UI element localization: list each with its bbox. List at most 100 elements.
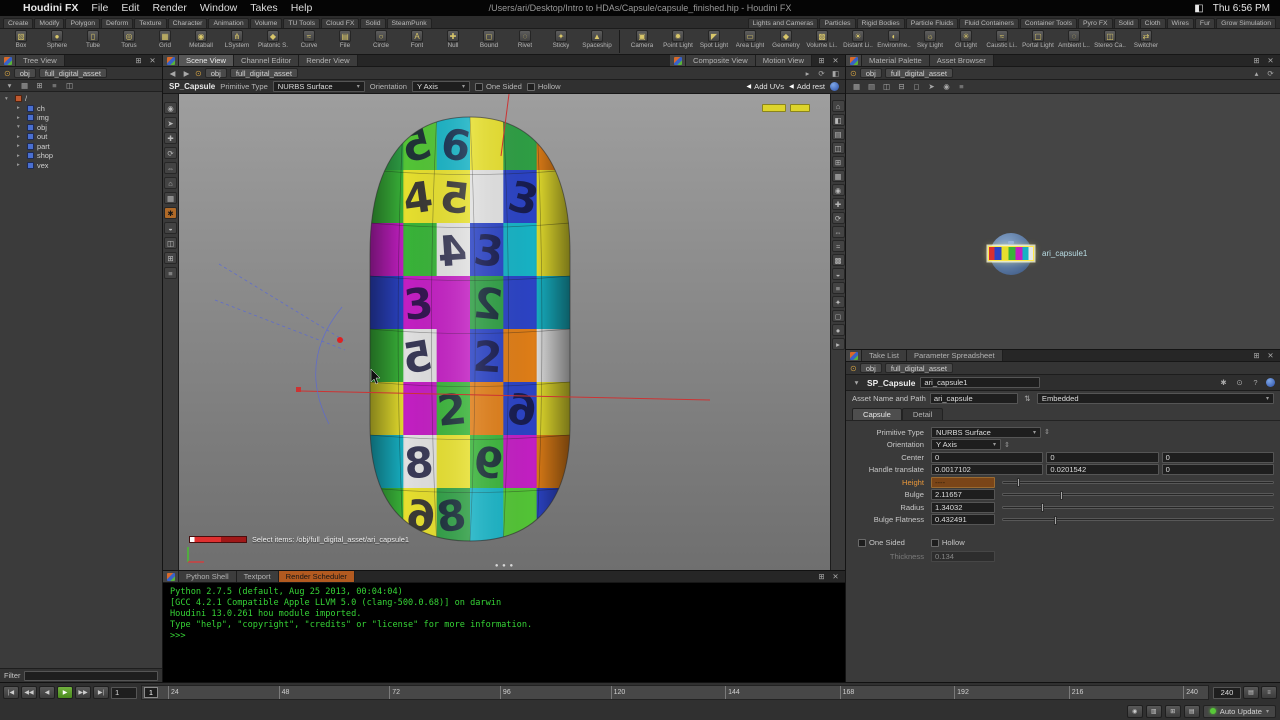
shelf-tool[interactable]: ☼ Sky Light	[912, 30, 948, 49]
shelf-tab[interactable]: Polygon	[65, 18, 100, 28]
node-input-connector[interactable]	[1008, 241, 1014, 244]
console-tab[interactable]: Render Scheduler	[278, 571, 355, 582]
viewport-display-icon[interactable]: ⌂	[831, 100, 845, 112]
bulge-flatness-slider[interactable]	[1002, 515, 1274, 525]
height-slider[interactable]	[1002, 478, 1274, 488]
transport-button[interactable]: ▶	[57, 686, 73, 700]
disclosure-icon[interactable]: ▸	[17, 134, 24, 140]
viewport-display-icon[interactable]: ◒	[831, 268, 845, 280]
shelf-tool[interactable]: ● Sphere	[39, 30, 75, 49]
shelf-tool[interactable]: ◤ Spot Light	[696, 30, 732, 49]
handle-translate-z-field[interactable]: 0	[1161, 464, 1274, 476]
menubar-clock[interactable]: Thu 6:56 PM	[1213, 3, 1270, 14]
bulge-field[interactable]: 2.11657	[931, 489, 995, 501]
pane-tab[interactable]: Material Palette	[862, 55, 930, 66]
shelf-tool[interactable]: ◎ Torus	[111, 30, 147, 49]
tree-item[interactable]: ▸ shop	[0, 151, 162, 161]
viewport-tool-icon[interactable]: ➤	[164, 117, 177, 129]
pane-close-icon[interactable]: ✕	[830, 55, 841, 66]
sync-icon[interactable]: ⇅	[1022, 393, 1033, 404]
shelf-tool[interactable]: ◉ Metaball	[183, 30, 219, 49]
shelf-tool[interactable]: ▭ Area Light	[732, 30, 768, 49]
path-current-chip[interactable]: full_digital_asset	[884, 363, 953, 373]
shelf-tool[interactable]: ⇄ Switcher	[1128, 30, 1164, 49]
path-current-chip[interactable]: full_digital_asset	[229, 68, 298, 78]
shelf-tool[interactable]: ▩ Volume Li..	[804, 30, 840, 49]
pane-split-icon[interactable]: ⊞	[133, 55, 144, 66]
transport-button[interactable]: ◀	[39, 686, 55, 700]
shelf-tool[interactable]: ▯ Tube	[75, 30, 111, 49]
viewport-display-icon[interactable]: ▤	[831, 128, 845, 140]
hollow-checkbox[interactable]	[526, 82, 535, 91]
pane-split-icon[interactable]: ⊞	[1251, 350, 1262, 361]
shelf-tab[interactable]: Grow Simulation	[1216, 18, 1276, 28]
pin-icon[interactable]: ⊙	[1234, 377, 1245, 388]
filter-input[interactable]	[24, 670, 158, 681]
asset-mode-select[interactable]: Embedded ▾	[1036, 393, 1274, 404]
dopnet-cache-icon[interactable]: ▥	[1145, 704, 1162, 718]
realtime-toggle-icon[interactable]: ◉	[1126, 704, 1143, 718]
viewport-tool-icon[interactable]: ⊞	[164, 252, 177, 264]
tab-tree-view[interactable]: Tree View	[16, 55, 65, 66]
primitive-type-select[interactable]: NURBS Surface ▾	[272, 81, 365, 92]
tree-item[interactable]: ▸ vex	[0, 161, 162, 171]
tab-detail[interactable]: Detail	[901, 408, 944, 420]
node-name-field[interactable]: ari_capsule1	[920, 377, 1041, 388]
transport-button[interactable]: ▶|	[93, 686, 109, 700]
one-sided-checkbox[interactable]	[474, 82, 483, 91]
viewport-tool-icon[interactable]: ◫	[164, 237, 177, 249]
one-sided-checkbox[interactable]	[858, 538, 866, 547]
add-rest-button[interactable]: ◀ Add rest	[789, 82, 825, 91]
snapshot-icon[interactable]: ◧	[830, 68, 841, 79]
viewport-display-icon[interactable]: ≈	[831, 240, 845, 252]
tree-item[interactable]: ▸ ch	[0, 104, 162, 114]
playbar-menu-icon[interactable]: ≡	[1261, 686, 1277, 700]
shelf-tool[interactable]: ✳ GI Light	[948, 30, 984, 49]
pane-close-icon[interactable]: ✕	[1265, 55, 1276, 66]
hollow-checkbox[interactable]	[930, 538, 939, 547]
asset-name-field[interactable]: ari_capsule	[929, 393, 1018, 404]
path-root-chip[interactable]: obj	[859, 68, 882, 78]
bulge-slider[interactable]	[1002, 490, 1274, 500]
disclosure-icon[interactable]: ▸	[17, 115, 24, 121]
collapse-icon[interactable]: ▾	[851, 377, 862, 388]
shelf-tool[interactable]: ◆ Platonic S.	[255, 30, 291, 49]
pane-tab[interactable]: Parameter Spreadsheet	[906, 350, 1003, 361]
nav-back-icon[interactable]: ◀	[167, 68, 178, 79]
shelf-tab[interactable]: Animation	[208, 18, 249, 28]
network-tool-icon[interactable]: ◉	[941, 81, 952, 92]
shelf-tab[interactable]: TU Tools	[283, 18, 321, 28]
shelf-tab[interactable]: Deform	[101, 18, 134, 28]
path-root-chip[interactable]: obj	[204, 68, 227, 78]
shelf-tool[interactable]: ≈ Curve	[291, 30, 327, 49]
orientation-select[interactable]: Y Axis ▾	[931, 439, 1001, 451]
tree-item[interactable]: ▾ /	[0, 94, 162, 104]
shelf-tab[interactable]: Fur	[1194, 18, 1216, 28]
primitive-type-select[interactable]: NURBS Surface ▾	[931, 426, 1041, 438]
viewport-tool-icon[interactable]: ◉	[164, 102, 177, 114]
menu-render[interactable]: Render	[152, 2, 186, 14]
auto-update-select[interactable]: Auto Update ▾	[1202, 704, 1276, 718]
shelf-tool[interactable]: ▲ Spaceship	[579, 30, 615, 49]
console-tab[interactable]: Python Shell	[179, 571, 237, 582]
handle-translate-y-field[interactable]: 0.0201542	[1046, 464, 1159, 476]
viewport-display-icon[interactable]: ≡	[831, 282, 845, 294]
tree-item[interactable]: ▾ obj	[0, 123, 162, 133]
viewport-display-icon[interactable]: ●	[831, 324, 845, 336]
height-field[interactable]: ----	[931, 476, 995, 488]
path-pin-icon[interactable]: ⊙	[4, 69, 11, 78]
refresh-icon[interactable]: ⟳	[816, 68, 827, 79]
viewport-display-icon[interactable]: ⟳	[831, 212, 845, 224]
shelf-tab[interactable]: Rigid Bodies	[856, 18, 905, 28]
viewport-tool-icon[interactable]: ⟳	[164, 147, 177, 159]
transport-button[interactable]: |◀	[3, 686, 19, 700]
disclosure-icon[interactable]: ▸	[17, 105, 24, 111]
tree-list[interactable]: ▾ / ▸ ch ▸ img ▾ obj ▸ out ▸ part ▸ shop…	[0, 92, 162, 668]
network-tool-icon[interactable]: ▤	[866, 81, 877, 92]
add-uvs-button[interactable]: ◀ Add UVs	[747, 82, 785, 91]
menu-edit[interactable]: Edit	[121, 2, 139, 14]
viewport-tool-icon[interactable]: ⇔	[164, 162, 177, 174]
orientation-select[interactable]: Y Axis ▾	[411, 81, 470, 92]
menu-arrows-icon[interactable]: ⇕	[1044, 428, 1050, 436]
shelf-tab[interactable]: SteamPunk	[386, 18, 432, 28]
